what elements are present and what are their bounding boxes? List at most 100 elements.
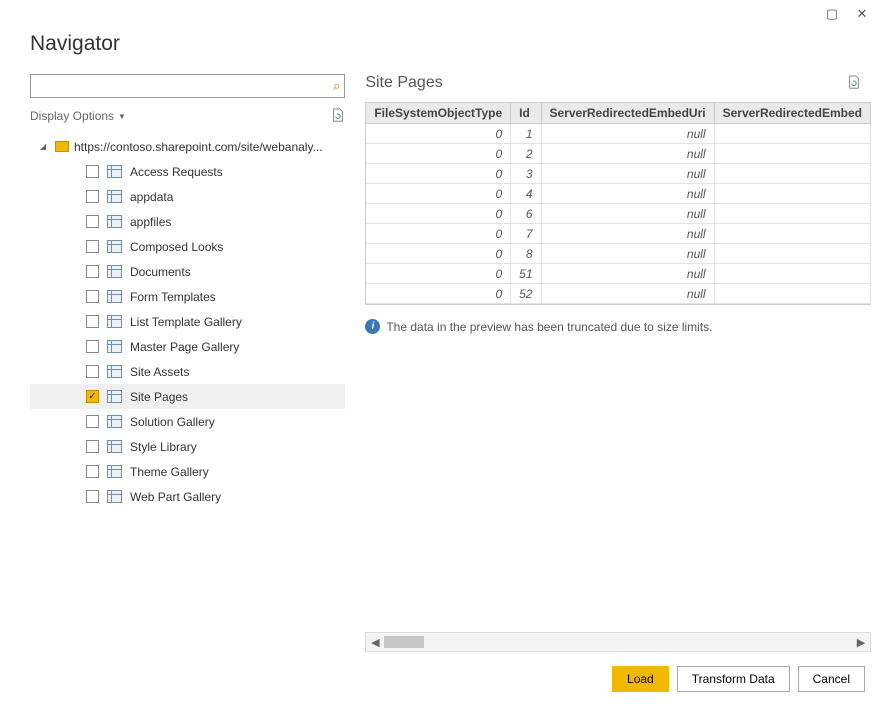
scroll-track[interactable] (384, 635, 852, 649)
tree-item[interactable]: Access Requests (30, 159, 345, 184)
tree-item-label: Form Templates (130, 290, 216, 304)
checkbox[interactable] (86, 165, 99, 178)
tree-item[interactable]: List Template Gallery (30, 309, 345, 334)
table-cell (714, 284, 870, 304)
tree-item-label: Composed Looks (130, 240, 223, 254)
table-cell: 7 (511, 224, 541, 244)
tree-item-label: appfiles (130, 215, 171, 229)
root-label: https://contoso.sharepoint.com/site/weba… (74, 140, 323, 154)
table-cell (714, 164, 870, 184)
scroll-left-icon[interactable]: ◀ (366, 636, 384, 649)
tree-item[interactable]: Site Pages (30, 384, 345, 409)
truncation-message: i The data in the preview has been trunc… (365, 319, 871, 334)
tree-item[interactable]: Solution Gallery (30, 409, 345, 434)
checkbox[interactable] (86, 465, 99, 478)
table-row[interactable]: 02null (366, 144, 870, 164)
search-icon[interactable]: ⌕ (333, 78, 340, 94)
table-cell: 4 (511, 184, 541, 204)
table-cell: null (541, 264, 714, 284)
table-icon (107, 490, 122, 503)
tree-item-label: Web Part Gallery (130, 490, 221, 504)
table-row[interactable]: 07null (366, 224, 870, 244)
horizontal-scrollbar[interactable]: ◀ ▶ (365, 632, 871, 652)
table-cell (714, 224, 870, 244)
tree-item[interactable]: Form Templates (30, 284, 345, 309)
table-cell: 52 (511, 284, 541, 304)
tree: ◢ https://contoso.sharepoint.com/site/we… (30, 134, 345, 654)
table-cell: 6 (511, 204, 541, 224)
tree-item[interactable]: Composed Looks (30, 234, 345, 259)
checkbox[interactable] (86, 265, 99, 278)
transform-data-button[interactable]: Transform Data (677, 666, 790, 692)
column-header[interactable]: FileSystemObjectType (366, 103, 510, 124)
table-icon (107, 415, 122, 428)
checkbox[interactable] (86, 240, 99, 253)
collapse-icon[interactable]: ◢ (40, 142, 50, 151)
table-icon (107, 290, 122, 303)
checkbox[interactable] (86, 340, 99, 353)
table-icon (107, 190, 122, 203)
column-header[interactable]: Id (511, 103, 541, 124)
tree-item[interactable]: Documents (30, 259, 345, 284)
refresh-icon[interactable] (331, 108, 345, 125)
scroll-right-icon[interactable]: ▶ (852, 636, 870, 649)
table-icon (107, 390, 122, 403)
table-cell: 0 (366, 284, 510, 304)
column-header[interactable]: ServerRedirectedEmbed (714, 103, 870, 124)
load-button[interactable]: Load (612, 666, 669, 692)
page-title: Navigator (30, 32, 851, 56)
table-cell: null (541, 204, 714, 224)
table-row[interactable]: 08null (366, 244, 870, 264)
table-row[interactable]: 06null (366, 204, 870, 224)
table-cell: 51 (511, 264, 541, 284)
header: Navigator (0, 28, 881, 74)
checkbox[interactable] (86, 440, 99, 453)
checkbox[interactable] (86, 190, 99, 203)
table-row[interactable]: 01null (366, 124, 870, 144)
column-header[interactable]: ServerRedirectedEmbedUri (541, 103, 714, 124)
checkbox[interactable] (86, 390, 99, 403)
tree-item[interactable]: appfiles (30, 209, 345, 234)
table-cell (714, 264, 870, 284)
table-icon (107, 315, 122, 328)
tree-item[interactable]: appdata (30, 184, 345, 209)
table-cell: 1 (511, 124, 541, 144)
close-button[interactable]: ✕ (847, 2, 877, 26)
scroll-thumb[interactable] (384, 636, 424, 648)
checkbox[interactable] (86, 365, 99, 378)
table-row[interactable]: 03null (366, 164, 870, 184)
table-cell (714, 204, 870, 224)
table-row[interactable]: 052null (366, 284, 870, 304)
table-icon (107, 240, 122, 253)
titlebar: ▢ ✕ (0, 0, 881, 28)
search-input[interactable] (30, 74, 345, 98)
checkbox[interactable] (86, 315, 99, 328)
checkbox[interactable] (86, 490, 99, 503)
table-cell: 0 (366, 184, 510, 204)
table-cell: 0 (366, 224, 510, 244)
maximize-button[interactable]: ▢ (817, 2, 847, 26)
tree-item[interactable]: Style Library (30, 434, 345, 459)
checkbox[interactable] (86, 290, 99, 303)
truncation-text: The data in the preview has been truncat… (386, 320, 712, 334)
tree-item-label: appdata (130, 190, 173, 204)
tree-item[interactable]: Web Part Gallery (30, 484, 345, 509)
table-icon (107, 465, 122, 478)
table-cell: null (541, 244, 714, 264)
checkbox[interactable] (86, 415, 99, 428)
refresh-preview-icon[interactable] (847, 75, 861, 92)
table-icon (107, 365, 122, 378)
table-cell: 0 (366, 204, 510, 224)
display-options-dropdown[interactable]: Display Options ▼ (30, 109, 126, 123)
table-cell: null (541, 144, 714, 164)
table-cell: 0 (366, 264, 510, 284)
table-row[interactable]: 051null (366, 264, 870, 284)
table-cell: 2 (511, 144, 541, 164)
tree-item[interactable]: Site Assets (30, 359, 345, 384)
table-row[interactable]: 04null (366, 184, 870, 204)
cancel-button[interactable]: Cancel (798, 666, 865, 692)
tree-item[interactable]: Theme Gallery (30, 459, 345, 484)
tree-root[interactable]: ◢ https://contoso.sharepoint.com/site/we… (30, 134, 345, 159)
tree-item[interactable]: Master Page Gallery (30, 334, 345, 359)
checkbox[interactable] (86, 215, 99, 228)
